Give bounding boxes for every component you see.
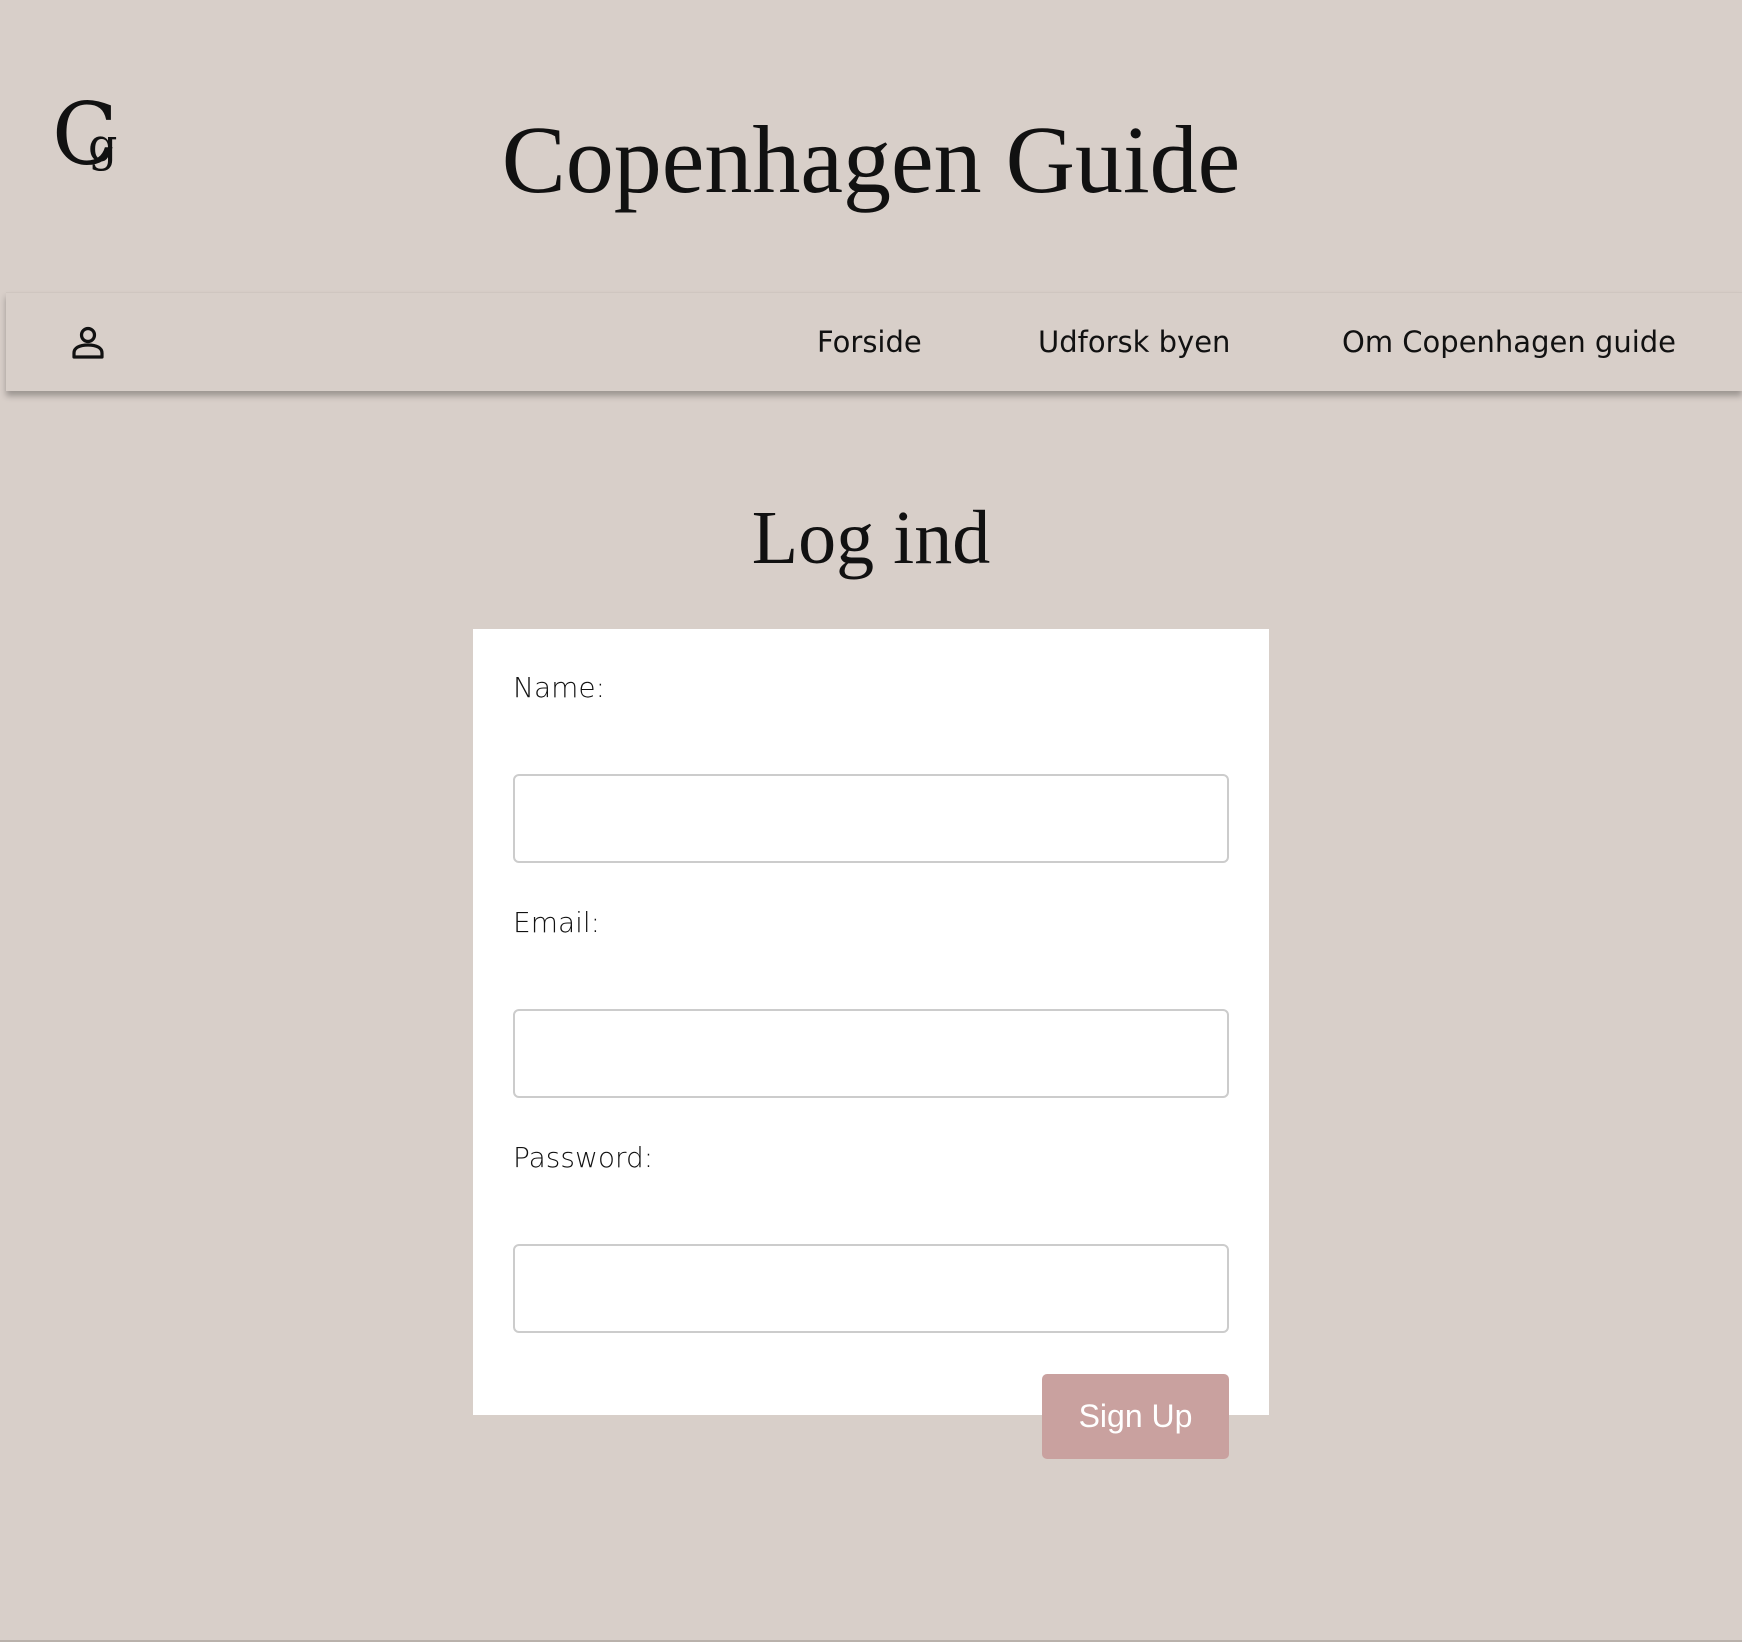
email-field[interactable] [513,1009,1229,1098]
name-label: Name: [513,671,606,704]
page-heading: Log ind [751,496,991,580]
name-field[interactable] [513,774,1229,863]
user-icon[interactable] [68,323,108,363]
nav-link-om-copenhagen-guide[interactable]: Om Copenhagen guide [1342,293,1676,391]
site-title: Copenhagen Guide [501,106,1241,213]
password-label: Password: [513,1141,654,1174]
email-label: Email: [513,906,601,939]
main-nav: Forside Udforsk byen Om Copenhagen guide [6,292,1742,391]
nav-link-forside[interactable]: Forside [817,293,922,391]
sign-up-button[interactable]: Sign Up [1042,1374,1229,1459]
login-form: Name: Email: Password: [473,629,1269,1415]
password-field[interactable] [513,1244,1229,1333]
nav-link-udforsk-byen[interactable]: Udforsk byen [1038,293,1230,391]
